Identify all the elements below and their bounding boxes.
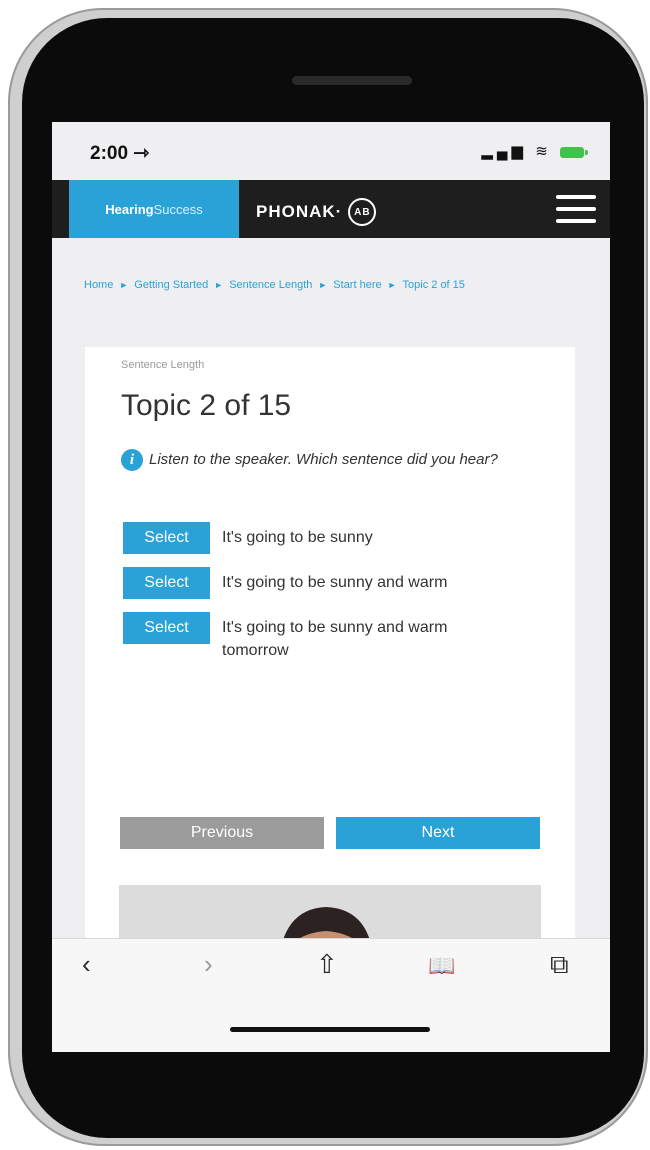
breadcrumb-start-here[interactable]: Start here [333, 279, 381, 291]
hearing-success-logo[interactable]: Hearing Success [69, 180, 239, 238]
phonak-logo: PHONAK· AB [256, 198, 377, 226]
page-title: Topic 2 of 15 [121, 389, 292, 422]
answer-option: Select It's going to be sunny [123, 522, 502, 554]
select-button[interactable]: Select [123, 612, 210, 644]
breadcrumb-getting-started[interactable]: Getting Started [134, 279, 208, 291]
status-time: 2:00 ⇾ [90, 143, 150, 164]
answer-text: It's going to be sunny and warm tomorrow [222, 619, 448, 659]
breadcrumb-sentence-length[interactable]: Sentence Length [229, 279, 312, 291]
breadcrumb-separator-icon: ► [318, 280, 328, 290]
previous-button[interactable]: Previous [120, 817, 324, 849]
forward-icon[interactable]: › [204, 949, 213, 980]
phone-speaker [292, 76, 412, 85]
breadcrumb-home[interactable]: Home [84, 279, 113, 291]
select-button[interactable]: Select [123, 522, 210, 554]
tabs-icon[interactable]: ⧉ [550, 949, 569, 981]
browser-screen: 2:00 ⇾ ▂▄▆ ≋ Hearing Success PHONAK· AB H… [52, 122, 610, 1052]
breadcrumb: Home ► Getting Started ► Sentence Length ► Sta… [84, 277, 584, 294]
phonak-text: PHONAK· [256, 202, 343, 221]
answer-text: It's going to be sunny [222, 529, 373, 546]
status-bar: 2:00 ⇾ ▂▄▆ ≋ [52, 122, 610, 180]
answer-option: Select It's going to be sunny and warm t… [123, 612, 502, 662]
select-button[interactable]: Select [123, 567, 210, 599]
breadcrumb-separator-icon: ► [387, 280, 397, 290]
answer-option: Select It's going to be sunny and warm [123, 567, 502, 599]
breadcrumb-separator-icon: ► [214, 280, 224, 290]
signal-wifi-icon: ▂▄▆ ≋ [481, 143, 552, 160]
question-prompt: i Listen to the speaker. Which sentence d… [121, 447, 531, 473]
status-icons: ▂▄▆ ≋ [481, 142, 588, 160]
breadcrumb-current: Topic 2 of 15 [402, 279, 465, 291]
breadcrumb-separator-icon: ► [119, 280, 129, 290]
prompt-text: Listen to the speaker. Which sentence di… [149, 451, 498, 468]
menu-hamburger-icon[interactable] [556, 193, 596, 225]
brand-light: Success [153, 201, 203, 217]
battery-icon [560, 146, 588, 158]
next-button[interactable]: Next [336, 817, 540, 849]
ab-badge: AB [348, 198, 377, 226]
info-icon: i [121, 449, 143, 472]
section-label: Sentence Length [121, 359, 205, 371]
home-indicator[interactable] [230, 1027, 430, 1032]
share-icon[interactable]: ⇧ [316, 949, 338, 980]
brand-bold: Hearing [105, 201, 154, 217]
bookmarks-icon[interactable]: 📖 [428, 953, 455, 979]
quiz-card: Sentence Length Topic 2 of 15 i Listen to… [85, 347, 575, 1052]
answer-text: It's going to be sunny and warm [222, 574, 448, 591]
back-icon[interactable]: ‹ [82, 949, 91, 980]
browser-toolbar: ‹ › ⇧ 📖 ⧉ [52, 938, 610, 1052]
site-navbar: Hearing Success PHONAK· AB [52, 180, 610, 238]
